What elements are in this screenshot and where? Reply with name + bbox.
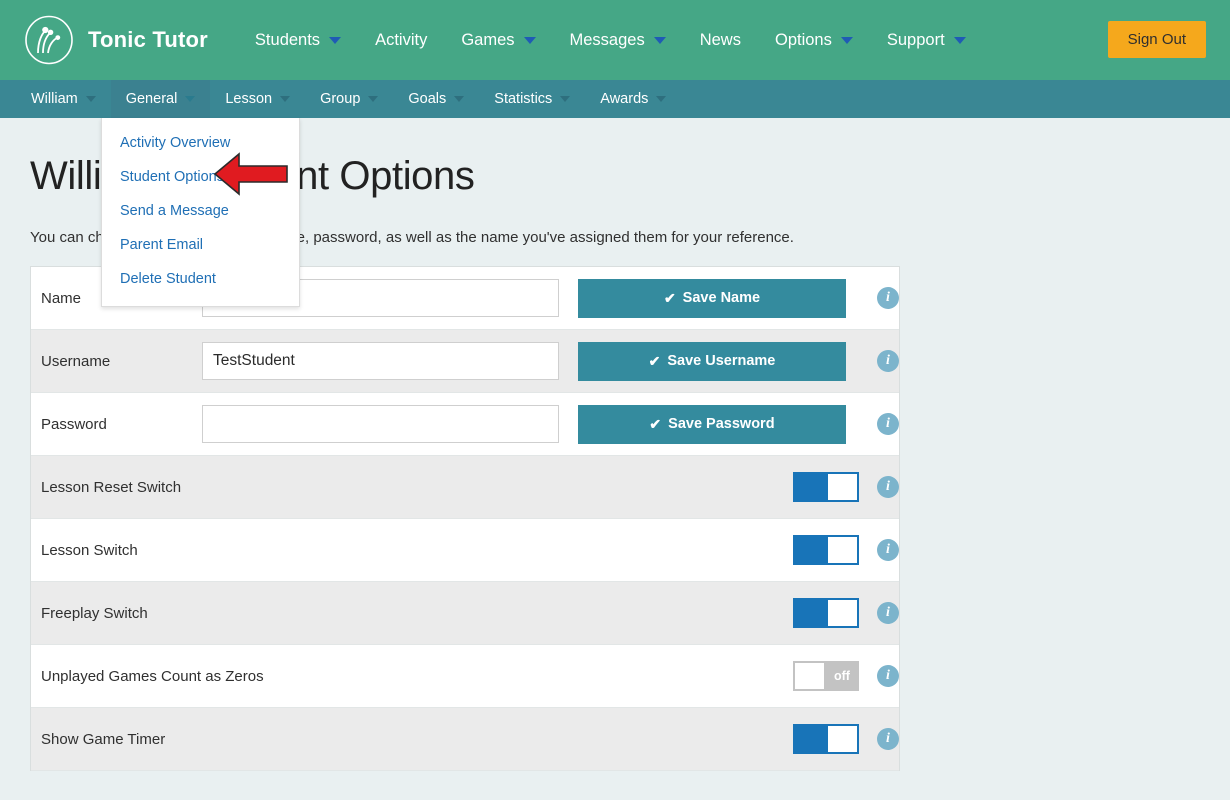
nav-item-news[interactable]: News — [683, 0, 758, 80]
dropdown-item-activity-overview[interactable]: Activity Overview — [102, 126, 299, 160]
option-row-lesson-reset-switch: Lesson Reset Switch off i — [31, 456, 899, 519]
chevron-down-icon — [280, 96, 290, 102]
secondary-nav: William General Lesson Group Goals Stati… — [0, 80, 1230, 118]
switch-label: Unplayed Games Count as Zeros — [41, 668, 264, 685]
info-icon[interactable]: i — [877, 728, 899, 750]
option-row-freeplay-switch: Freeplay Switch off i — [31, 582, 899, 645]
option-row-password: Password ✔ Save Password i — [31, 393, 899, 456]
save-button-label: Save Password — [668, 416, 774, 432]
toggle-lesson-switch[interactable]: off — [793, 535, 859, 565]
subnav-item-label: Goals — [408, 91, 446, 107]
check-icon: ✔ — [649, 353, 661, 370]
chevron-down-icon — [560, 96, 570, 102]
subnav-item-label: Group — [320, 91, 360, 107]
switch-label: Freeplay Switch — [41, 605, 148, 622]
nav-item-label: Support — [887, 31, 945, 50]
info-icon[interactable]: i — [877, 602, 899, 624]
subnav-item-label: Awards — [600, 91, 648, 107]
save-name-button[interactable]: ✔ Save Name — [578, 279, 846, 318]
subnav-item-general[interactable]: General — [111, 80, 211, 118]
general-dropdown-menu: Activity Overview Student Options Send a… — [101, 118, 300, 307]
check-icon: ✔ — [664, 290, 676, 307]
switch-label: Lesson Reset Switch — [41, 479, 181, 496]
info-icon[interactable]: i — [877, 413, 899, 435]
chevron-down-icon — [654, 37, 666, 44]
nav-item-students[interactable]: Students — [238, 0, 358, 80]
subnav-item-awards[interactable]: Awards — [585, 80, 681, 118]
subnav-item-label: Lesson — [225, 91, 272, 107]
info-icon[interactable]: i — [877, 476, 899, 498]
subnav-item-statistics[interactable]: Statistics — [479, 80, 585, 118]
check-icon: ✔ — [649, 416, 661, 433]
chevron-down-icon — [185, 96, 195, 102]
password-input[interactable] — [202, 405, 559, 443]
save-password-button[interactable]: ✔ Save Password — [578, 405, 846, 444]
info-icon[interactable]: i — [877, 350, 899, 372]
primary-nav: Students Activity Games Messages News Op… — [238, 0, 983, 80]
tonic-tutor-logo-icon — [24, 15, 74, 65]
info-icon[interactable]: i — [877, 287, 899, 309]
subnav-item-group[interactable]: Group — [305, 80, 393, 118]
subnav-item-lesson[interactable]: Lesson — [210, 80, 305, 118]
nav-item-options[interactable]: Options — [758, 0, 870, 80]
primary-header: Tonic Tutor Students Activity Games Mess… — [0, 0, 1230, 80]
sign-out-button[interactable]: Sign Out — [1108, 21, 1206, 58]
save-button-label: Save Name — [683, 290, 760, 306]
option-row-show-game-timer: Show Game Timer off i — [31, 708, 899, 771]
chevron-down-icon — [524, 37, 536, 44]
student-options-panel: Name ✔ Save Name i Username ✔ Save Usern… — [30, 266, 900, 771]
toggle-knob — [828, 726, 857, 752]
toggle-show-game-timer[interactable]: off — [793, 724, 859, 754]
option-row-username: Username ✔ Save Username i — [31, 330, 899, 393]
subnav-item-label: General — [126, 91, 178, 107]
nav-item-support[interactable]: Support — [870, 0, 983, 80]
toggle-unplayed-games-count-as-zeros[interactable]: off — [793, 661, 859, 691]
save-username-button[interactable]: ✔ Save Username — [578, 342, 846, 381]
username-input[interactable] — [202, 342, 559, 380]
brand-title[interactable]: Tonic Tutor — [88, 27, 208, 53]
option-row-unplayed-games-count-as-zeros: Unplayed Games Count as Zeros off i — [31, 645, 899, 708]
chevron-down-icon — [841, 37, 853, 44]
toggle-knob — [828, 474, 857, 500]
dropdown-item-delete-student[interactable]: Delete Student — [102, 262, 299, 296]
nav-item-label: Students — [255, 31, 320, 50]
info-icon[interactable]: i — [877, 665, 899, 687]
nav-item-label: Messages — [570, 31, 645, 50]
field-label: Username — [41, 353, 202, 370]
nav-item-label: Games — [461, 31, 514, 50]
toggle-lesson-reset-switch[interactable]: off — [793, 472, 859, 502]
chevron-down-icon — [329, 37, 341, 44]
nav-item-messages[interactable]: Messages — [553, 0, 683, 80]
subnav-item-william[interactable]: William — [16, 80, 111, 118]
toggle-knob — [795, 663, 824, 689]
dropdown-item-parent-email[interactable]: Parent Email — [102, 228, 299, 262]
nav-item-label: Options — [775, 31, 832, 50]
subnav-item-label: Statistics — [494, 91, 552, 107]
dropdown-item-send-a-message[interactable]: Send a Message — [102, 194, 299, 228]
subnav-item-goals[interactable]: Goals — [393, 80, 479, 118]
save-button-label: Save Username — [667, 353, 775, 369]
subnav-item-label: William — [31, 91, 78, 107]
chevron-down-icon — [454, 96, 464, 102]
toggle-off-label: off — [826, 669, 858, 683]
field-label: Password — [41, 416, 202, 433]
toggle-knob — [828, 600, 857, 626]
switch-label: Show Game Timer — [41, 731, 165, 748]
toggle-freeplay-switch[interactable]: off — [793, 598, 859, 628]
chevron-down-icon — [954, 37, 966, 44]
nav-item-label: Activity — [375, 31, 427, 50]
chevron-down-icon — [656, 96, 666, 102]
option-row-lesson-switch: Lesson Switch off i — [31, 519, 899, 582]
info-icon[interactable]: i — [877, 539, 899, 561]
chevron-down-icon — [86, 96, 96, 102]
chevron-down-icon — [368, 96, 378, 102]
dropdown-item-student-options[interactable]: Student Options — [102, 160, 299, 194]
toggle-knob — [828, 537, 857, 563]
switch-label: Lesson Switch — [41, 542, 138, 559]
nav-item-label: News — [700, 31, 741, 50]
nav-item-activity[interactable]: Activity — [358, 0, 444, 80]
nav-item-games[interactable]: Games — [444, 0, 552, 80]
